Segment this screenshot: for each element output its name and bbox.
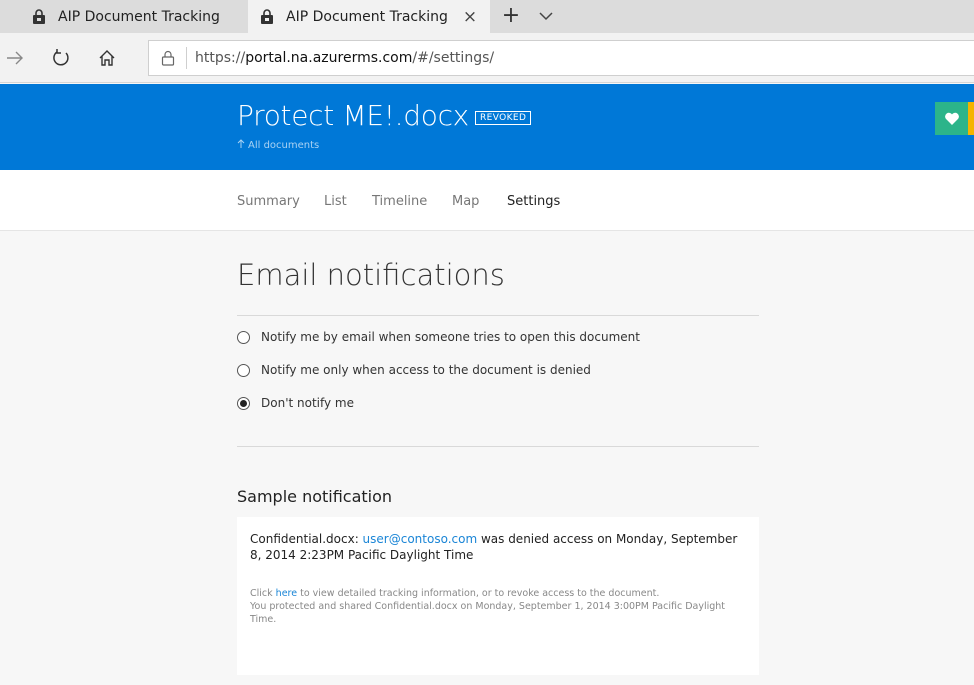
- divider: [237, 446, 759, 447]
- sample-footer: Click here to view detailed tracking inf…: [250, 588, 726, 625]
- document-header: [0, 84, 974, 170]
- home-icon[interactable]: [96, 47, 118, 69]
- divider: [237, 315, 759, 316]
- chevron-down-icon[interactable]: [537, 7, 555, 25]
- new-tab-icon[interactable]: +: [500, 5, 522, 27]
- sample-title: Sample notification: [237, 487, 393, 506]
- arrow-up-icon: [237, 139, 245, 152]
- section-title: Email notifications: [237, 258, 505, 292]
- all-documents-link[interactable]: All documents: [237, 139, 319, 152]
- radio-button[interactable]: [237, 363, 250, 377]
- tab-title: AIP Document Tracking: [58, 8, 220, 25]
- forward-icon[interactable]: [4, 47, 26, 69]
- tab-title: AIP Document Tracking: [286, 8, 448, 25]
- refresh-icon[interactable]: [50, 47, 72, 69]
- tab-summary[interactable]: Summary: [237, 194, 300, 209]
- email-link[interactable]: user@contoso.com: [363, 532, 478, 546]
- tab-map[interactable]: Map: [452, 194, 479, 209]
- here-link[interactable]: here: [276, 588, 297, 599]
- navigation-bar: https://portal.na.azurerms.com/#/setting…: [0, 33, 974, 83]
- tab-settings[interactable]: Settings: [507, 194, 560, 209]
- status-badge: REVOKED: [475, 111, 532, 125]
- document-title: Protect ME!.docx: [237, 99, 469, 132]
- tab-bar: AIP Document Tracking AIP Document Track…: [0, 0, 974, 33]
- option-notify-on-denied[interactable]: Notify me only when access to the docume…: [237, 363, 591, 377]
- option-notify-on-open[interactable]: Notify me by email when someone tries to…: [237, 330, 640, 344]
- sub-navigation: Summary List Timeline Map Settings: [0, 170, 974, 231]
- lock-icon: [161, 50, 175, 66]
- lock-icon: [32, 8, 46, 25]
- sample-message: Confidential.docx: user@contoso.com was …: [250, 532, 738, 562]
- tab-timeline[interactable]: Timeline: [372, 194, 427, 209]
- tab-list[interactable]: List: [324, 194, 347, 209]
- lock-icon: [260, 8, 274, 25]
- heart-icon: [944, 112, 959, 125]
- notification-strip[interactable]: [968, 102, 974, 135]
- option-do-not-notify[interactable]: Don't notify me: [237, 396, 354, 410]
- radio-button-selected[interactable]: [237, 396, 250, 410]
- close-tab-icon[interactable]: ×: [462, 7, 478, 27]
- radio-button[interactable]: [237, 330, 250, 344]
- url-text[interactable]: https://portal.na.azurerms.com/#/setting…: [195, 50, 494, 66]
- sample-notification-card: Confidential.docx: user@contoso.com was …: [237, 517, 759, 675]
- tab-active[interactable]: AIP Document Tracking ×: [248, 0, 490, 33]
- tab-inactive[interactable]: AIP Document Tracking: [0, 0, 248, 33]
- feedback-heart-button[interactable]: [935, 102, 968, 135]
- address-bar[interactable]: https://portal.na.azurerms.com/#/setting…: [148, 40, 974, 76]
- address-separator: [186, 47, 187, 69]
